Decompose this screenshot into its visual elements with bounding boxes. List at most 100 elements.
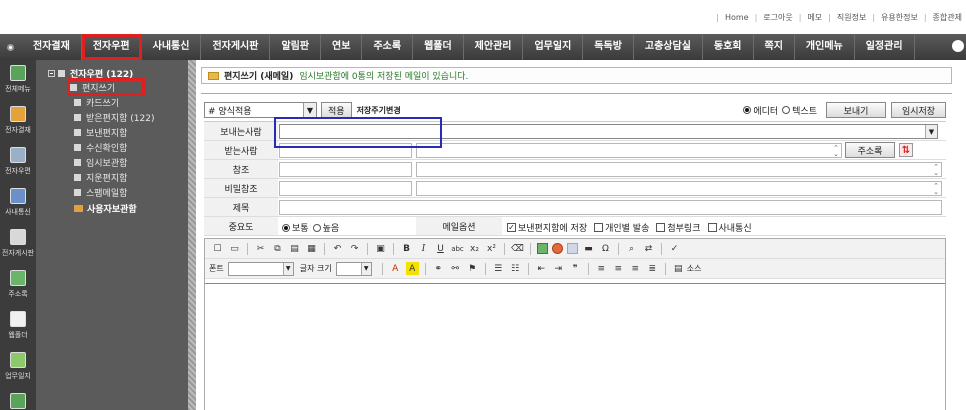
preview-icon[interactable]: ▭: [228, 242, 241, 255]
table-icon[interactable]: [567, 243, 578, 254]
subject-field[interactable]: [279, 200, 942, 215]
nav-item-internal[interactable]: 사내통신: [142, 34, 202, 60]
bullet-list-icon[interactable]: ☷: [509, 262, 522, 275]
bold-icon[interactable]: B: [400, 242, 413, 255]
quick-all-menu[interactable]: 전체메뉴: [0, 60, 36, 101]
nav-item-notes[interactable]: 쪽지: [754, 34, 795, 60]
nav-item-notice[interactable]: 알림판: [270, 34, 322, 60]
memo-link[interactable]: 메모: [807, 12, 822, 23]
recipient-field[interactable]: ⌃ ⌄: [416, 143, 842, 158]
tree-item-drafts[interactable]: 임시보관함: [74, 156, 127, 169]
tree-item-inbox[interactable]: 받은편지함 (122): [74, 111, 154, 124]
source-icon[interactable]: ▤: [672, 262, 685, 275]
quick-addressbook[interactable]: 주소록: [0, 265, 36, 306]
mode-editor-radio[interactable]: 에디터: [743, 104, 778, 117]
flash-icon[interactable]: [552, 243, 563, 254]
bcc-name-field[interactable]: [279, 181, 412, 196]
indent-icon[interactable]: ⇥: [552, 262, 565, 275]
save-sent-checkbox[interactable]: ✓ 보낸편지함에 저장: [507, 221, 587, 234]
nav-item-mail[interactable]: 전자우편: [81, 34, 142, 60]
panel-splitter[interactable]: [188, 60, 196, 410]
superscript-icon[interactable]: x²: [485, 242, 498, 255]
outdent-icon[interactable]: ⇤: [535, 262, 548, 275]
nav-item-club[interactable]: 동호회: [703, 34, 754, 60]
save-draft-button[interactable]: 임시저장: [891, 102, 946, 118]
quick-approval[interactable]: 전자결재: [0, 101, 36, 142]
nav-item-yearbook[interactable]: 연보: [321, 34, 363, 60]
quick-webfolder[interactable]: 웹폴더: [0, 306, 36, 347]
tree-root[interactable]: 전자우편 (122): [48, 67, 133, 80]
nav-item-proposal[interactable]: 제안관리: [464, 34, 524, 60]
unlink-icon[interactable]: ⚯: [449, 262, 462, 275]
cut-icon[interactable]: ✂: [254, 242, 267, 255]
bcc-field[interactable]: ⌃ ⌄: [416, 181, 942, 196]
importance-normal-radio[interactable]: 보통: [282, 221, 309, 234]
quick-notes[interactable]: 쪽지: [0, 388, 36, 410]
redo-icon[interactable]: ↷: [348, 242, 361, 255]
spellcheck-icon[interactable]: ✓: [668, 242, 681, 255]
align-right-icon[interactable]: ≡: [629, 262, 642, 275]
source-label[interactable]: 소스: [687, 263, 702, 274]
strike-icon[interactable]: abc: [451, 242, 464, 255]
cc-name-field[interactable]: [279, 162, 412, 177]
send-button[interactable]: 보내기: [826, 102, 886, 118]
paste-icon[interactable]: ▤: [288, 242, 301, 255]
tree-item-compose[interactable]: 편지쓰기: [67, 78, 145, 96]
cc-field[interactable]: ⌃ ⌄: [416, 162, 942, 177]
staff-info-link[interactable]: 직원정보: [837, 12, 866, 23]
select-all-icon[interactable]: ▣: [374, 242, 387, 255]
tree-item-spam[interactable]: 스팸메일함: [74, 186, 127, 199]
replace-icon[interactable]: ⇄: [642, 242, 655, 255]
importance-high-radio[interactable]: 높음: [312, 221, 339, 234]
italic-icon[interactable]: I: [417, 242, 430, 255]
mode-text-radio[interactable]: 텍스트: [782, 104, 817, 117]
quick-board[interactable]: 전자게시판: [0, 224, 36, 265]
font-select[interactable]: ▼: [227, 261, 294, 276]
useful-info-link[interactable]: 유용한정보: [881, 12, 918, 23]
template-change-link[interactable]: 저장주기변경: [357, 105, 401, 116]
swap-icon[interactable]: ⇅: [899, 143, 913, 157]
apply-button[interactable]: 적용: [321, 102, 352, 118]
nav-item-schedule[interactable]: 일정관리: [855, 34, 915, 60]
address-book-button[interactable]: 주소록: [845, 142, 895, 158]
bg-color-icon[interactable]: A: [405, 262, 419, 275]
nav-item-approval[interactable]: 전자결재: [22, 34, 82, 60]
size-select[interactable]: ▼: [335, 261, 372, 276]
align-center-icon[interactable]: ≡: [612, 262, 625, 275]
justify-icon[interactable]: ≣: [646, 262, 659, 275]
tree-item-read-receipt[interactable]: 수신확인함: [74, 141, 127, 154]
anchor-icon[interactable]: ⚑: [466, 262, 479, 275]
control-link[interactable]: 종합관제: [933, 12, 962, 23]
nav-item-addressbook[interactable]: 주소록: [362, 34, 414, 60]
text-color-icon[interactable]: A: [389, 262, 402, 275]
tree-item-custom[interactable]: 사용자보관함: [74, 202, 137, 215]
image-icon[interactable]: [537, 243, 548, 254]
tree-item-card[interactable]: 카드쓰기: [74, 96, 119, 109]
ordered-list-icon[interactable]: ☰: [492, 262, 505, 275]
align-left-icon[interactable]: ≡: [595, 262, 608, 275]
template-select[interactable]: # 양식적용 ▼: [204, 102, 317, 118]
quick-worklog[interactable]: 업무일지: [0, 347, 36, 388]
editor-body[interactable]: [205, 283, 945, 410]
copy-icon[interactable]: ⧉: [271, 242, 284, 255]
new-doc-icon[interactable]: ☐: [211, 242, 224, 255]
internal-comm-checkbox[interactable]: 사내통신: [707, 221, 752, 234]
individual-send-checkbox[interactable]: 개인별 발송: [594, 221, 649, 234]
logout-link[interactable]: 로그아웃: [763, 12, 792, 23]
nav-end-icon[interactable]: [952, 40, 964, 52]
tree-item-trash[interactable]: 지운편지함: [74, 171, 127, 184]
eraser-icon[interactable]: ⌫: [511, 242, 524, 255]
subscript-icon[interactable]: x₂: [468, 242, 481, 255]
nav-item-personal[interactable]: 개인메뉴: [795, 34, 855, 60]
tree-item-sent[interactable]: 보낸편지함: [74, 126, 127, 139]
quick-mail[interactable]: 전자우편: [0, 142, 36, 183]
nav-item-chat[interactable]: 독독방: [583, 34, 634, 60]
undo-icon[interactable]: ↶: [331, 242, 344, 255]
collapse-icon[interactable]: [48, 69, 55, 77]
attach-link-checkbox[interactable]: 첨부링크: [656, 221, 701, 234]
link-icon[interactable]: ⚭: [432, 262, 445, 275]
hr-icon[interactable]: ▬: [582, 242, 595, 255]
nav-item-webfolder[interactable]: 웹폴더: [413, 34, 464, 60]
find-icon[interactable]: ⌕: [625, 242, 638, 255]
nav-item-worklog[interactable]: 업무일지: [523, 34, 584, 60]
